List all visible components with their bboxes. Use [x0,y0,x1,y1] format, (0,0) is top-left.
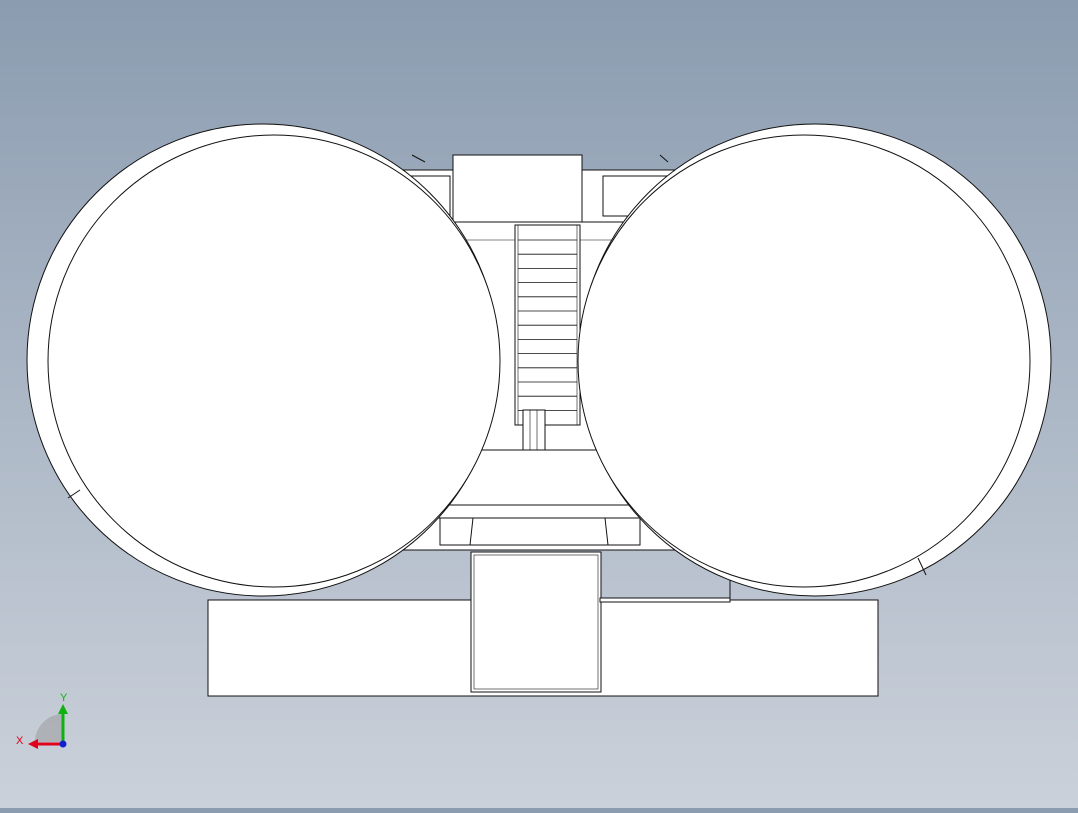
triad-plane-sector [35,714,63,742]
drawing-canvas: Y X [16,123,1052,749]
model-top-view [26,123,1052,697]
left-vessel-body [47,134,501,588]
x-axis-label: X [16,735,24,747]
right-vessel-body [577,134,1031,588]
x-arrow-head [28,739,38,749]
right-leg-window [604,517,641,546]
z-axis-dot [59,740,67,748]
cad-viewport[interactable]: Y X [0,0,1078,808]
top-platform [452,154,583,223]
left-ring-seam-2 [411,154,426,163]
coordinate-triad: Y X [16,692,68,749]
y-arrow-head [58,704,68,714]
lower-right-ledge [599,597,731,603]
y-axis-label: Y [60,692,68,704]
left-leg-window [439,517,474,546]
right-ring-seam-2 [659,154,669,163]
lower-center-panel [470,551,602,693]
ladder-foot [522,409,546,451]
